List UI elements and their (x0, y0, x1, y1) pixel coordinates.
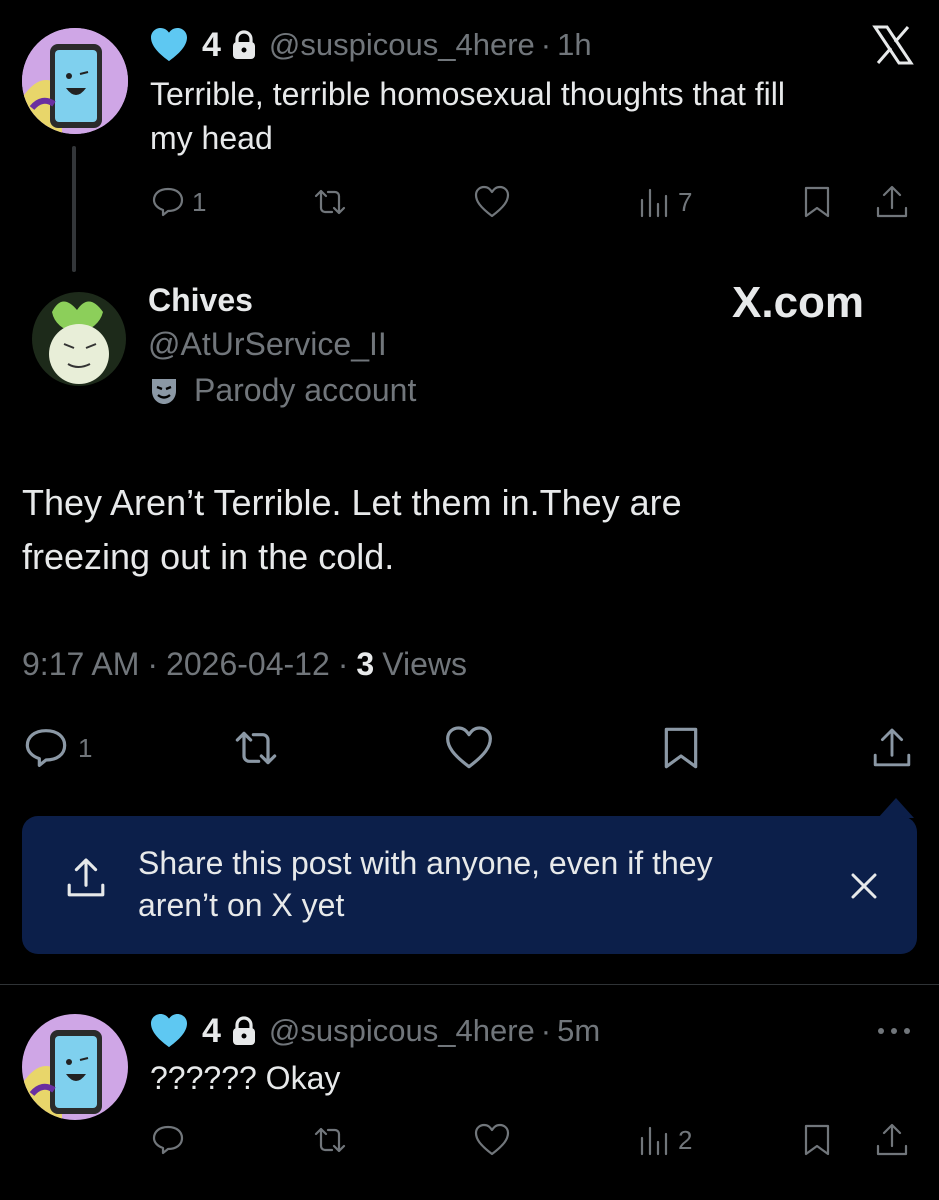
bookmark-button[interactable] (800, 184, 834, 225)
handle[interactable]: @AtUrService_II (148, 326, 387, 363)
post-meta: 9:17 AM · 2026-04-12 · 3 Views (22, 646, 467, 683)
share-icon (876, 185, 908, 218)
views-icon (640, 1126, 668, 1156)
heart-icon (474, 185, 510, 218)
separator-dot: · (540, 27, 552, 62)
tweet-header: 4 @suspicous_4here · 1h (150, 22, 592, 68)
mask-icon (152, 378, 176, 404)
reply-count: 1 (192, 186, 207, 217)
reply-icon (25, 729, 67, 767)
share-icon (67, 858, 105, 897)
bookmark-icon (804, 186, 830, 218)
views-button[interactable]: 2 (638, 1122, 692, 1158)
avatar[interactable] (22, 1014, 128, 1120)
share-icon (876, 1123, 908, 1156)
repost-icon (314, 1127, 346, 1153)
handle[interactable]: @suspicous_4here (269, 1013, 535, 1049)
timestamp[interactable]: 5m (557, 1013, 600, 1049)
reply-icon (152, 187, 184, 217)
tweet-header: 4 @suspicous_4here · 5m (150, 1008, 600, 1054)
blue-heart-icon (151, 27, 187, 62)
repost-icon (235, 731, 277, 765)
x-logo-icon (872, 24, 914, 71)
views-count: 2 (678, 1124, 693, 1155)
display-name[interactable]: Chives (148, 282, 253, 319)
action-bar: 2 (150, 1122, 920, 1162)
post-time[interactable]: 9:17 AM (22, 646, 139, 683)
reply-button[interactable]: 1 (22, 724, 92, 772)
bookmark-button[interactable] (658, 724, 704, 777)
xcom-watermark: X.com (732, 278, 864, 328)
post-text-line: They Aren’t Terrible. Let them in.They a… (22, 482, 682, 523)
lock-icon (232, 1016, 255, 1045)
repost-button[interactable] (310, 184, 350, 225)
reply-button[interactable] (150, 1122, 186, 1163)
watermark-text: X.com (732, 278, 865, 327)
avatar[interactable] (32, 292, 126, 386)
display-name[interactable]: 4 (202, 1012, 221, 1051)
blue-heart-icon (151, 1013, 187, 1048)
reply-icon (152, 1125, 184, 1155)
like-button[interactable] (472, 1122, 512, 1163)
post-text-line: freezing out in the cold. (22, 536, 395, 577)
separator-dot: · (147, 646, 159, 682)
share-button[interactable] (872, 184, 912, 225)
handle[interactable]: @suspicous_4here (269, 27, 535, 63)
display-name[interactable]: 4 (202, 26, 221, 65)
separator-dot: · (337, 646, 349, 682)
bookmark-icon (804, 1124, 830, 1156)
share-prompt-text: Share this post with anyone, even if the… (138, 842, 713, 926)
heart-icon (446, 726, 492, 769)
tweet-text-line: my head (150, 120, 273, 156)
repost-button[interactable] (228, 724, 284, 777)
bookmark-button[interactable] (800, 1122, 834, 1163)
action-bar: 1 7 (150, 184, 920, 224)
tweet-text-line: Terrible, terrible homosexual thoughts t… (150, 76, 785, 112)
parody-label-text: Parody account (194, 372, 417, 408)
parody-label: Parody account (148, 372, 416, 409)
reply-count: 1 (78, 732, 93, 763)
share-icon (873, 728, 911, 767)
lock-icon (232, 30, 255, 59)
reply-button[interactable]: 1 (150, 184, 206, 220)
like-button[interactable] (472, 184, 512, 225)
more-options-icon[interactable] (876, 1024, 912, 1042)
post-date[interactable]: 2026-04-12 (166, 646, 330, 683)
bookmark-icon (664, 727, 698, 769)
timestamp[interactable]: 1h (557, 27, 591, 63)
share-prompt-line: Share this post with anyone, even if the… (138, 845, 713, 881)
thread-line (72, 146, 76, 272)
post-text: They Aren’t Terrible. Let them in.They a… (22, 476, 922, 584)
views-label: Views (382, 646, 467, 682)
tweet-text: ?????? Okay (150, 1060, 341, 1096)
heart-icon (474, 1123, 510, 1156)
close-icon[interactable] (848, 870, 880, 902)
views-count: 3 (356, 646, 375, 682)
share-button[interactable] (872, 1122, 912, 1163)
views-count: 7 (678, 186, 693, 217)
divider (0, 984, 939, 985)
repost-button[interactable] (310, 1122, 350, 1163)
like-button[interactable] (442, 724, 496, 777)
views-button[interactable]: 7 (638, 184, 692, 220)
repost-icon (314, 189, 346, 215)
share-button[interactable] (868, 724, 916, 777)
tweet-text: Terrible, terrible homosexual thoughts t… (150, 72, 910, 160)
share-prompt-line: aren’t on X yet (138, 887, 345, 923)
separator-dot: · (540, 1013, 552, 1048)
share-prompt: Share this post with anyone, even if the… (22, 816, 917, 954)
views-icon (640, 188, 668, 218)
tooltip-pointer (878, 798, 914, 818)
avatar[interactable] (22, 28, 128, 134)
action-bar: 1 (22, 724, 922, 774)
